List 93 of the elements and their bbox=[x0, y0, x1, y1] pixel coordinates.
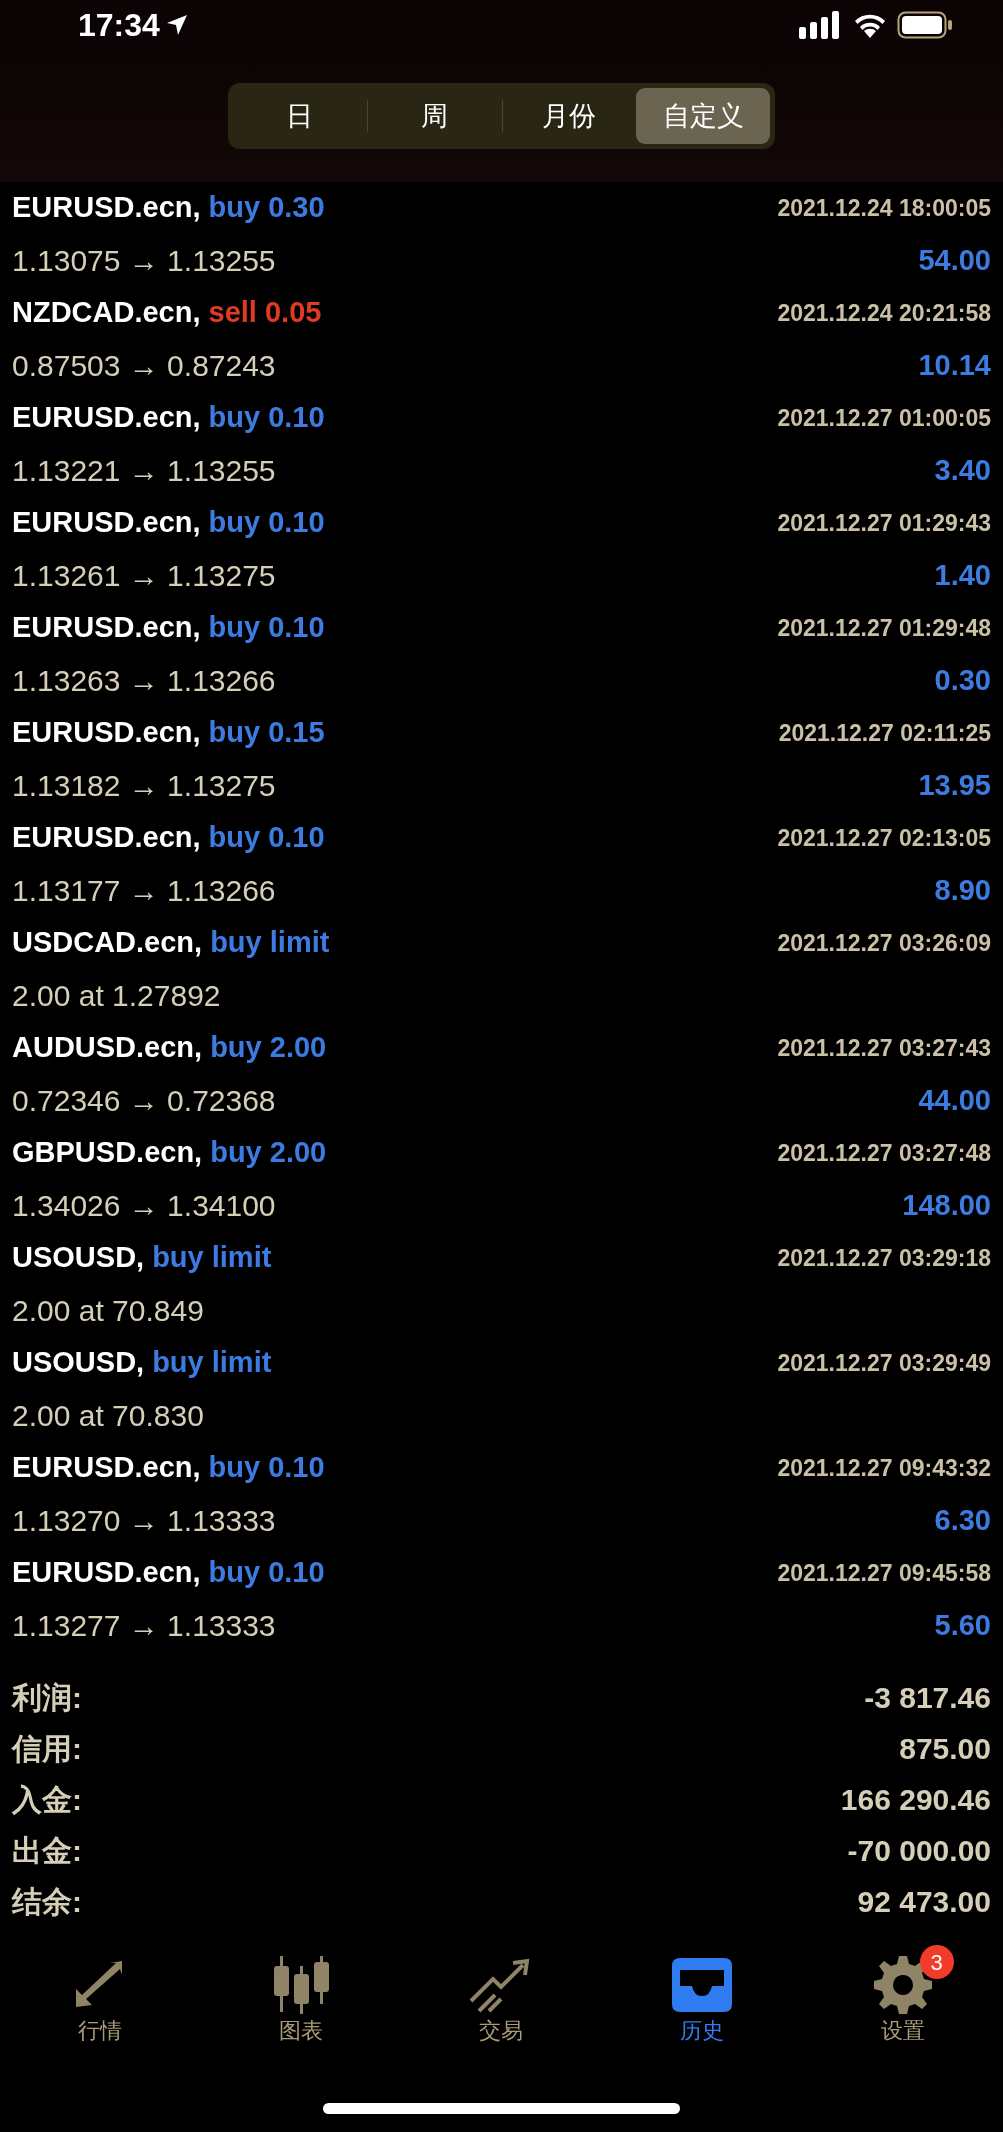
order-profit: 3.40 bbox=[934, 452, 991, 488]
tab[interactable]: 日 bbox=[233, 88, 367, 144]
order-prices: 0.72346 → 0.72368 bbox=[12, 1083, 276, 1119]
order-time: 2021.12.27 02:11:25 bbox=[778, 718, 991, 748]
order-prices: 1.13177 → 1.13266 bbox=[12, 873, 276, 909]
order-time: 2021.12.27 01:29:43 bbox=[777, 508, 991, 538]
order-time: 2021.12.27 03:27:48 bbox=[777, 1138, 991, 1168]
symbol-text: USDCAD.ecn, bbox=[12, 925, 203, 961]
order-action: buy 0.10 bbox=[208, 1555, 325, 1591]
tab[interactable]: 月份 bbox=[502, 88, 637, 144]
notification-badge: 3 bbox=[919, 1945, 954, 1979]
summary-label: 信用: bbox=[12, 1731, 82, 1767]
symbol-text: EURUSD.ecn, bbox=[12, 190, 201, 226]
order-action: buy 0.10 bbox=[208, 400, 325, 436]
order-time: 2021.12.27 03:27:43 bbox=[777, 1033, 991, 1063]
order-action: sell 0.05 bbox=[208, 295, 322, 331]
summary-value: 166 290.46 bbox=[840, 1782, 991, 1818]
order-prices: 1.13277 → 1.13333 bbox=[12, 1608, 276, 1644]
wifi-icon bbox=[853, 12, 887, 38]
symbol-text: EURUSD.ecn, bbox=[12, 610, 201, 646]
order-profit: 44.00 bbox=[918, 1082, 991, 1118]
tab[interactable]: 自定义 bbox=[636, 88, 770, 144]
summary-value: -70 000.00 bbox=[847, 1833, 991, 1869]
tab-bar-item[interactable]: 3 设置 bbox=[802, 1941, 1003, 2053]
symbol-text: EURUSD.ecn, bbox=[12, 1450, 201, 1486]
order-time: 2021.12.27 02:13:05 bbox=[777, 823, 991, 853]
order-prices: 2.00 at 1.27892 bbox=[12, 978, 221, 1014]
symbol-text: NZDCAD.ecn, bbox=[12, 295, 201, 331]
tab-bar-item[interactable]: 图表 bbox=[200, 1941, 402, 2053]
symbol-text: USOUSD, bbox=[12, 1345, 145, 1381]
order-action: buy 0.30 bbox=[208, 190, 325, 226]
order-profit: 6.30 bbox=[934, 1502, 991, 1538]
order-action: buy limit bbox=[210, 925, 330, 961]
order-profit: 54.00 bbox=[918, 242, 991, 278]
order-profit: 8.90 bbox=[934, 872, 991, 908]
tab-bar-item[interactable]: 历史 bbox=[601, 1941, 803, 2053]
order-time: 2021.12.27 01:29:48 bbox=[777, 613, 991, 643]
summary-label: 利润: bbox=[12, 1680, 82, 1716]
inbox-icon bbox=[672, 1957, 733, 2012]
order-profit: 148.00 bbox=[902, 1187, 991, 1223]
location-arrow-icon bbox=[165, 14, 188, 36]
order-time: 2021.12.24 18:00:05 bbox=[777, 193, 991, 223]
tab-bar-item[interactable]: 交易 bbox=[401, 1941, 602, 2053]
order-action: buy 2.00 bbox=[210, 1135, 327, 1171]
order-action: buy 0.10 bbox=[208, 1450, 325, 1486]
order-prices: 1.13075 → 1.13255 bbox=[12, 243, 276, 279]
order-action: buy limit bbox=[152, 1240, 272, 1276]
order-prices: 2.00 at 70.849 bbox=[12, 1293, 204, 1329]
gear-icon bbox=[873, 1955, 932, 2014]
order-prices: 1.13261 → 1.13275 bbox=[12, 558, 276, 594]
symbol-text: EURUSD.ecn, bbox=[12, 820, 201, 856]
order-action: buy 0.10 bbox=[208, 505, 325, 541]
symbol-text: EURUSD.ecn, bbox=[12, 400, 201, 436]
order-action: buy 0.10 bbox=[208, 820, 325, 856]
summary-value: 92 473.00 bbox=[857, 1884, 991, 1920]
order-prices: 2.00 at 70.830 bbox=[12, 1398, 204, 1434]
order-prices: 1.13221 → 1.13255 bbox=[12, 453, 276, 489]
order-prices: 1.13182 → 1.13275 bbox=[12, 768, 276, 804]
summary-value: 875.00 bbox=[899, 1731, 991, 1767]
order-time: 2021.12.27 09:45:58 bbox=[777, 1558, 991, 1588]
symbol-text: USOUSD, bbox=[12, 1240, 145, 1276]
symbol-text: GBPUSD.ecn, bbox=[12, 1135, 203, 1171]
tab-bar-item[interactable]: 行情 bbox=[0, 1941, 201, 2053]
order-prices: 1.13270 → 1.13333 bbox=[12, 1503, 276, 1539]
battery-icon bbox=[897, 11, 953, 39]
order-action: buy 2.00 bbox=[210, 1030, 327, 1066]
order-time: 2021.12.24 20:21:58 bbox=[777, 298, 991, 328]
summary-label: 结余: bbox=[12, 1884, 82, 1920]
symbol-text: EURUSD.ecn, bbox=[12, 505, 201, 541]
order-action: buy 0.10 bbox=[208, 610, 325, 646]
symbol-text: EURUSD.ecn, bbox=[12, 715, 201, 751]
symbol-text: EURUSD.ecn, bbox=[12, 1555, 201, 1591]
order-profit: 1.40 bbox=[934, 557, 991, 593]
order-profit: 10.14 bbox=[918, 347, 991, 383]
status-time: 17:34 bbox=[78, 6, 160, 45]
order-prices: 0.87503 → 0.87243 bbox=[12, 348, 276, 384]
order-profit: 13.95 bbox=[918, 767, 991, 803]
tab[interactable]: 周 bbox=[367, 88, 502, 144]
order-action: buy limit bbox=[152, 1345, 272, 1381]
order-time: 2021.12.27 09:43:32 bbox=[777, 1453, 991, 1483]
order-profit: 0.30 bbox=[934, 662, 991, 698]
order-prices: 1.34026 → 1.34100 bbox=[12, 1188, 276, 1224]
order-time: 2021.12.27 03:29:49 bbox=[777, 1348, 991, 1378]
order-time: 2021.12.27 03:29:18 bbox=[777, 1243, 991, 1273]
order-action: buy 0.15 bbox=[208, 715, 325, 751]
summary-label: 出金: bbox=[12, 1833, 82, 1869]
order-prices: 1.13263 → 1.13266 bbox=[12, 663, 276, 699]
order-profit: 5.60 bbox=[934, 1607, 991, 1643]
symbol-text: AUDUSD.ecn, bbox=[12, 1030, 203, 1066]
order-time: 2021.12.27 01:00:05 bbox=[777, 403, 991, 433]
order-time: 2021.12.27 03:26:09 bbox=[777, 928, 991, 958]
summary-label: 入金: bbox=[12, 1782, 82, 1818]
summary-value: -3 817.46 bbox=[864, 1680, 991, 1716]
